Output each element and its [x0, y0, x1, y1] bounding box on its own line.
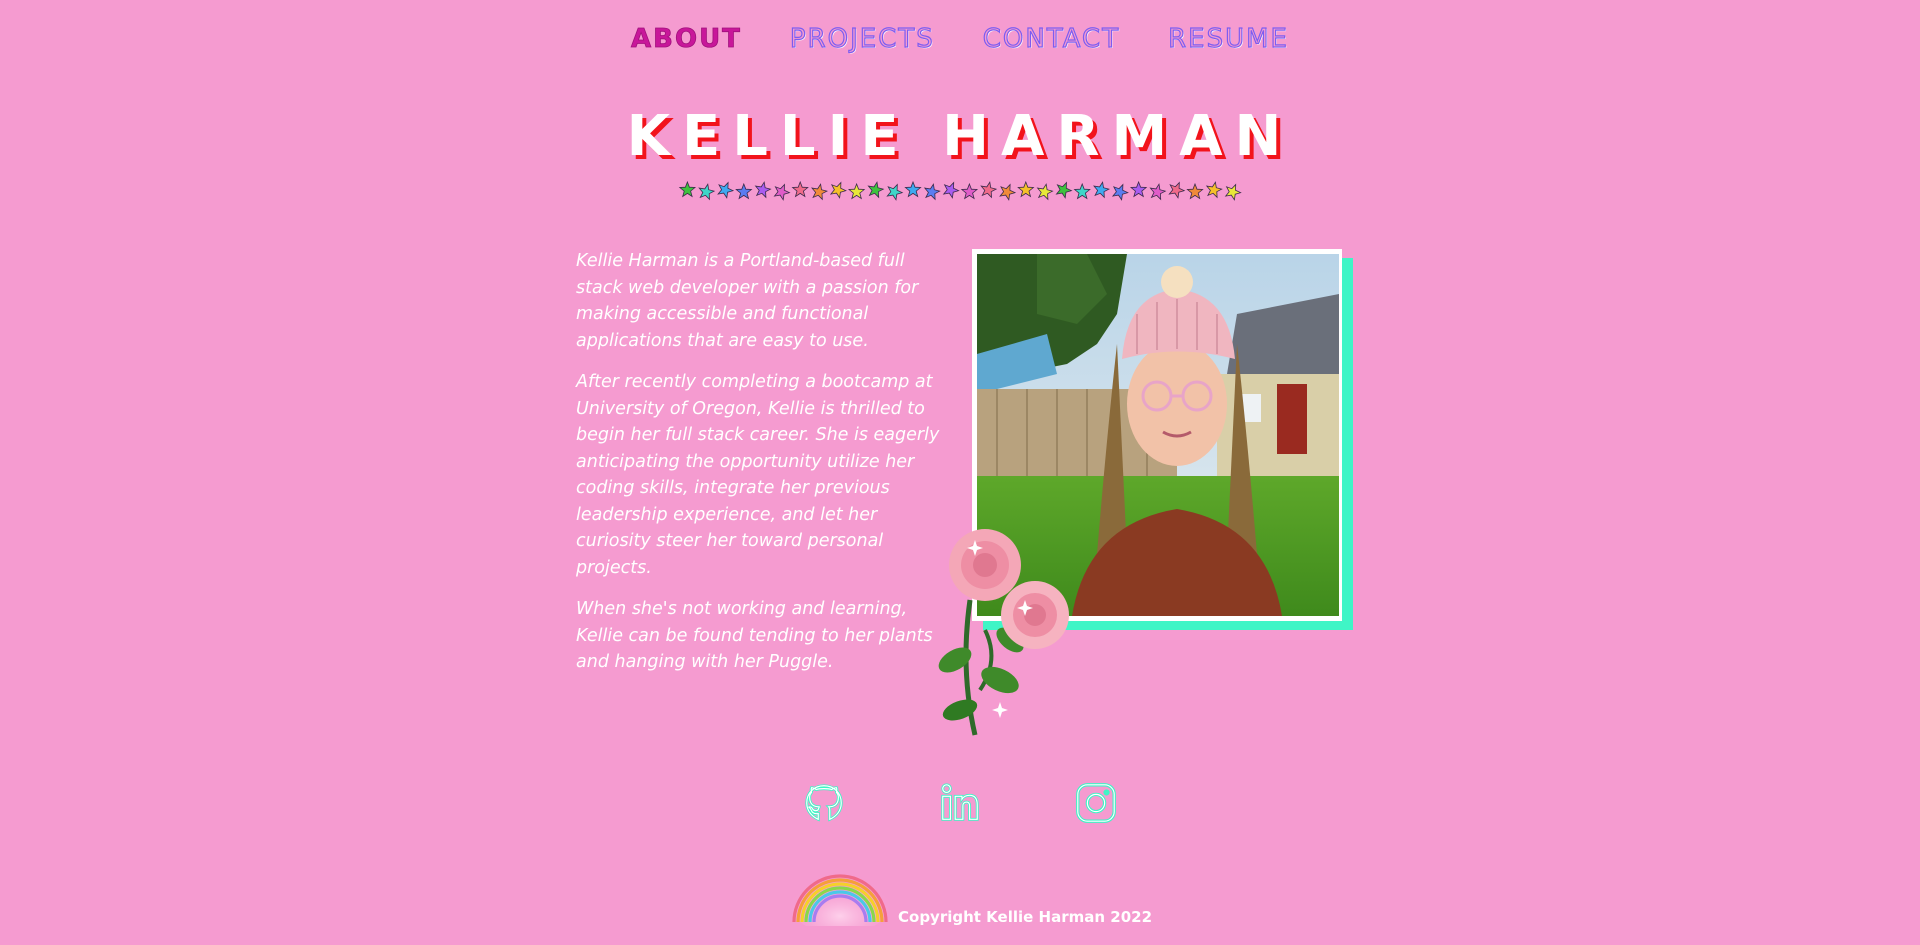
nav-projects[interactable]: PROJECTS: [789, 23, 935, 54]
footer: Copyright Kellie Harman 2022: [780, 866, 1180, 926]
star-icon: [1055, 181, 1073, 199]
star-icon: [1168, 181, 1186, 199]
star-icon: [999, 183, 1017, 201]
star-icon: [754, 181, 772, 199]
top-nav: ABOUT PROJECTS CONTACT RESUME: [0, 23, 1920, 55]
star-icon: [717, 181, 735, 199]
star-icon: [904, 180, 922, 198]
star-icon: [886, 183, 904, 201]
star-icon: [923, 183, 941, 201]
rainbow-icon: [790, 874, 890, 926]
star-icon: [847, 182, 866, 200]
star-icon: [1149, 183, 1167, 201]
star-icon: [1111, 183, 1129, 201]
copyright-text: Copyright Kellie Harman 2022: [898, 908, 1153, 926]
star-icon: [960, 182, 979, 200]
instagram-icon[interactable]: [1073, 780, 1119, 826]
star-icon: [1186, 182, 1204, 200]
star-icon: [1205, 181, 1223, 199]
star-icon: [1073, 182, 1091, 200]
star-icon: [1093, 181, 1110, 199]
about-paragraph-3: When she's not working and learning, Kel…: [576, 599, 933, 672]
star-icon: [678, 180, 697, 198]
star-icon: [980, 181, 998, 199]
star-icon: [1224, 183, 1242, 201]
nav-about[interactable]: ABOUT: [631, 24, 742, 55]
star-icon: [698, 183, 716, 201]
about-paragraph-1: Kellie Harman is a Portland-based full s…: [576, 251, 919, 351]
nav-contact[interactable]: CONTACT: [982, 23, 1120, 54]
linkedin-icon[interactable]: [937, 780, 983, 826]
star-icon: [735, 182, 753, 200]
rose-decoration: [938, 529, 1069, 736]
about-text: Kellie Harman is a Portland-based full s…: [576, 248, 954, 691]
page-title: KELLIE HARMAN: [626, 104, 1294, 169]
star-icon: [1129, 180, 1148, 198]
star-icon: [791, 180, 809, 198]
star-icon: [1017, 180, 1035, 198]
star-icon: [773, 183, 791, 201]
about-paragraph-2: After recently completing a bootcamp at …: [576, 372, 940, 578]
github-icon[interactable]: [801, 780, 847, 826]
star-divider: [678, 180, 1242, 201]
social-links: [0, 780, 1920, 826]
star-icon: [1036, 183, 1054, 201]
star-icon: [811, 183, 828, 201]
nav-resume[interactable]: RESUME: [1167, 23, 1289, 54]
star-icon: [829, 181, 847, 199]
star-icon: [942, 181, 960, 199]
star-icon: [867, 181, 885, 199]
